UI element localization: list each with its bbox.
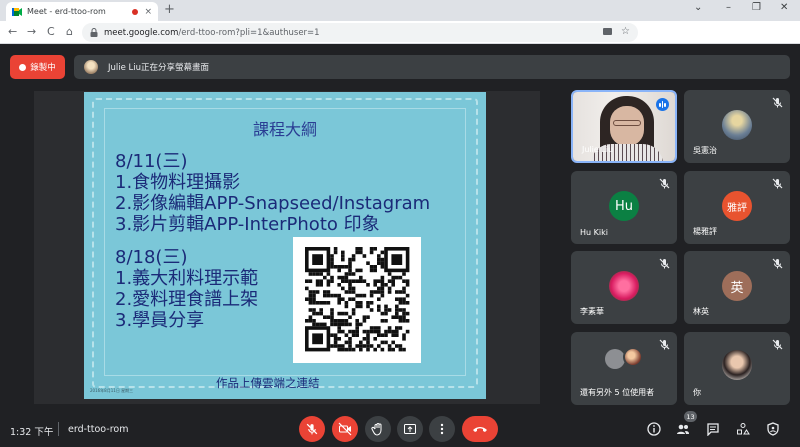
mic-off-icon <box>659 339 670 350</box>
mic-off-icon <box>772 178 783 189</box>
close-window-button[interactable]: ✕ <box>780 2 788 13</box>
tab-close-button[interactable]: × <box>144 7 152 17</box>
slide-line: 8/18(三) <box>115 247 188 268</box>
record-dot-icon <box>19 63 27 71</box>
activities-icon[interactable] <box>736 422 750 436</box>
mic-off-icon <box>659 178 670 189</box>
address-bar[interactable]: meet.google.com/erd-ttoo-rom?pli=1&authu… <box>82 23 638 42</box>
bookmark-star-icon[interactable]: ☆ <box>621 26 630 37</box>
present-icon <box>404 424 416 434</box>
participant-avatar: 英 <box>722 271 752 301</box>
participant-name: Hu Kiki <box>580 228 608 237</box>
home-button[interactable]: ⌂ <box>66 25 73 39</box>
more-vert-icon <box>440 423 444 435</box>
camera-in-use-icon[interactable] <box>603 28 612 35</box>
participant-name: 楊雅評 <box>693 227 717 236</box>
mic-off-icon <box>306 423 318 435</box>
participant-group-tile[interactable]: 還有另外 5 位使用者 <box>571 332 677 405</box>
participant-tile-self[interactable]: 你 <box>684 332 790 405</box>
meeting-code: erd-ttoo-rom <box>68 424 129 435</box>
lock-icon <box>90 28 98 37</box>
info-icon[interactable] <box>647 422 661 436</box>
participant-name: 還有另外 5 位使用者 <box>580 388 655 397</box>
camera-toggle-button[interactable] <box>332 416 358 442</box>
participant-tile[interactable]: Julie Liu <box>571 90 677 163</box>
slide-line: 2.愛料理食譜上架 <box>115 289 259 310</box>
participant-avatar: 雅評 <box>722 191 752 221</box>
participant-avatar <box>722 110 752 140</box>
camera-off-icon <box>338 422 352 436</box>
group-avatar-2 <box>623 347 643 367</box>
browser-toolbar: ← → C ⌂ meet.google.com/erd-ttoo-rom?pli… <box>0 21 800 59</box>
participant-tile[interactable]: 李素華 <box>571 251 677 324</box>
reload-button[interactable]: C <box>47 25 55 39</box>
slide-line: 2.影像編輯APP-Snapseed/Instagram <box>115 193 431 214</box>
participant-name: 吳憲治 <box>693 146 717 155</box>
meet-logo-icon <box>12 7 22 16</box>
participant-avatar <box>722 350 752 380</box>
participant-avatar <box>609 271 639 301</box>
mic-off-icon <box>772 339 783 350</box>
browser-tab[interactable]: Meet - erd-ttoo-rom × <box>6 2 158 21</box>
recording-label: 錄製中 <box>30 63 56 73</box>
meeting-time: 1:32 下午 <box>10 427 54 438</box>
url-host: meet.google.com <box>104 27 179 38</box>
end-call-icon <box>473 427 487 432</box>
presenter-avatar <box>84 60 98 74</box>
participant-avatar: Hu <box>609 191 639 221</box>
host-controls-shield-icon[interactable] <box>766 422 780 436</box>
participant-name: 林英 <box>693 307 709 316</box>
slide-line: 1.義大利料理示範 <box>115 268 259 289</box>
minimize-button[interactable]: – <box>726 2 731 13</box>
leave-call-button[interactable] <box>462 416 498 442</box>
recording-button[interactable]: 錄製中 <box>10 55 65 79</box>
participant-count-badge: 13 <box>684 411 697 422</box>
slide-line: 1.食物料理攝影 <box>115 172 241 193</box>
raise-hand-button[interactable] <box>365 416 391 442</box>
participant-tile[interactable]: Hu Hu Kiki <box>571 171 677 244</box>
mic-off-icon <box>772 258 783 269</box>
slide-date-stamp: 2016年8月11日 星期三 <box>90 388 134 393</box>
slide-footer: 作品上傳雲端之連結 <box>216 376 320 390</box>
restore-button[interactable]: ❐ <box>752 2 761 13</box>
participant-name: 李素華 <box>580 307 604 316</box>
tab-title: Meet - erd-ttoo-rom <box>27 7 106 16</box>
qr-code-graphic <box>305 247 410 352</box>
qr-code <box>293 237 421 363</box>
browser-tab-strip: Meet - erd-ttoo-rom × + ⌄ – ❐ ✕ <box>0 0 800 21</box>
shared-slide: 課程大綱 8/11(三) 1.食物料理攝影 2.影像編輯APP-Snapseed… <box>84 92 486 399</box>
mic-off-icon <box>772 97 783 108</box>
presentation-banner: Julie Liu正在分享螢幕畫面 <box>74 55 790 79</box>
present-screen-button[interactable] <box>397 416 423 442</box>
divider <box>58 422 59 436</box>
tab-search-button[interactable]: ⌄ <box>694 2 702 13</box>
mic-off-icon <box>659 258 670 269</box>
participant-name: 你 <box>693 388 701 397</box>
forward-button[interactable]: → <box>27 25 36 39</box>
slide-line: 8/11(三) <box>115 151 188 172</box>
participant-tile[interactable]: 雅評 楊雅評 <box>684 171 790 244</box>
recording-indicator-icon <box>132 8 139 15</box>
slide-line: 3.學員分享 <box>115 310 205 331</box>
speaking-indicator-icon <box>656 98 669 111</box>
presenting-text: Julie Liu正在分享螢幕畫面 <box>108 63 210 73</box>
participant-tile[interactable]: 英 林英 <box>684 251 790 324</box>
participant-tile[interactable]: 吳憲治 <box>684 90 790 163</box>
new-tab-button[interactable]: + <box>164 3 175 17</box>
back-button[interactable]: ← <box>8 25 17 39</box>
mic-toggle-button[interactable] <box>299 416 325 442</box>
hand-icon <box>371 423 382 436</box>
more-options-button[interactable] <box>429 416 455 442</box>
slide-heading: 課程大綱 <box>252 120 317 139</box>
people-icon[interactable] <box>676 422 690 436</box>
slide-line: 3.影片剪輯APP-InterPhoto 印象 <box>115 214 380 235</box>
url-path: /erd-ttoo-rom?pli=1&authuser=1 <box>178 27 320 38</box>
group-avatar-1 <box>605 349 625 369</box>
participant-name: Julie Liu <box>582 145 614 154</box>
chat-icon[interactable] <box>706 422 720 436</box>
